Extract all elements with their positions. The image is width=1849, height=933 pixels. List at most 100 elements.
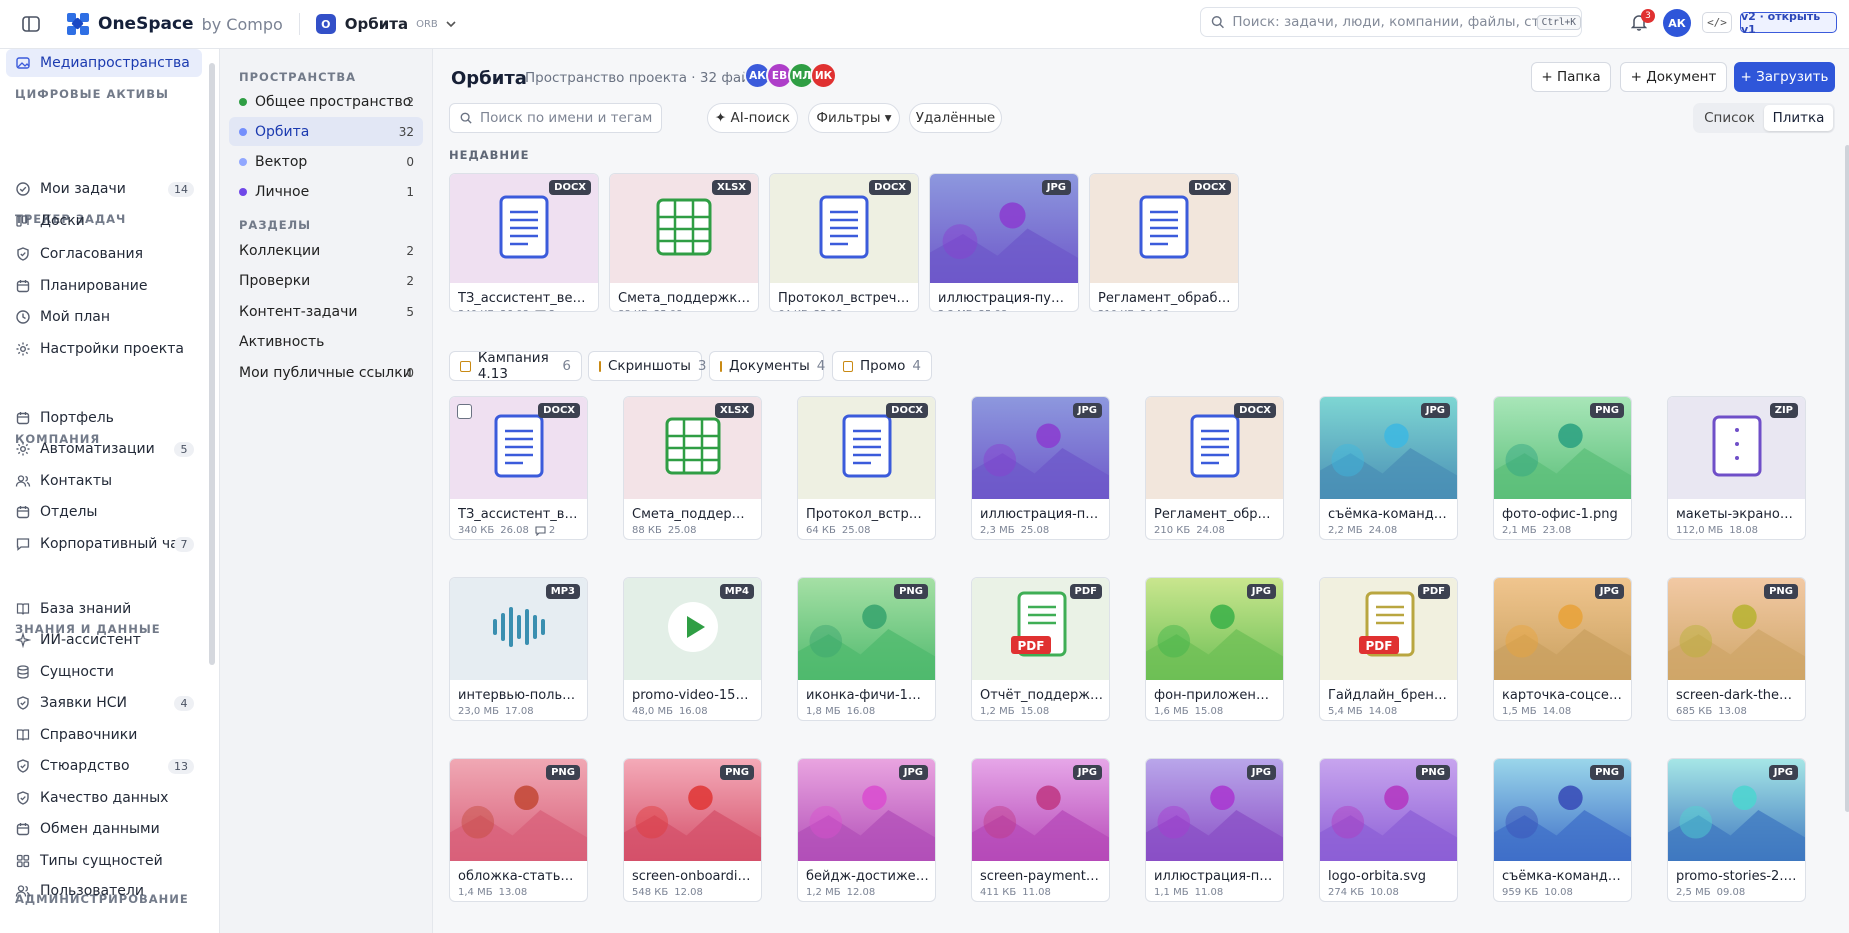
recent-card[interactable]: XLSX Смета_поддержки_2025.xlsx 88 КБ 25.08 xyxy=(609,173,759,312)
space-item[interactable]: Орбита 32 xyxy=(229,117,423,146)
file-card[interactable]: JPG бейдж-достижение-12.jpg 1,2 МБ 12.08 xyxy=(797,758,936,902)
file-card[interactable]: DOCX ТЗ_ассистент_вер2.docx 340 КБ 26.08 2 xyxy=(449,396,588,540)
user-avatar[interactable]: АК xyxy=(1663,9,1691,37)
upload-button[interactable]: + Загрузить xyxy=(1734,62,1835,92)
member-avatars[interactable]: АК ЕВ МЛ ИК xyxy=(744,62,837,89)
recent-card[interactable]: JPG иллюстрация-пуш-3.jpg 2,3 МБ 25.08 xyxy=(929,173,1079,312)
project-switcher[interactable]: О Орбита ORB xyxy=(315,14,456,34)
select-checkbox[interactable] xyxy=(457,404,472,419)
filters-chip[interactable]: Фильтры ▾ xyxy=(808,103,900,133)
file-card[interactable]: PDF PDF Отчёт_поддержка_июль.pdf 1,2 МБ 15.0… xyxy=(971,577,1110,721)
app-logo[interactable]: OneSpace by Compo xyxy=(67,13,283,35)
sidebar-item-item-2-3[interactable]: Отделы xyxy=(6,498,202,526)
file-card[interactable]: PNG screen-dark-theme-builder.png 685 КБ 13… xyxy=(1667,577,1806,721)
file-card[interactable]: PNG logo-orbita.svg 274 КБ 10.08 xyxy=(1319,758,1458,902)
global-search-input[interactable] xyxy=(1232,14,1537,30)
file-card[interactable]: JPG screen-payment-freeze.jpg 411 КБ 11.08 xyxy=(971,758,1110,902)
sidebar-item-item-2-1[interactable]: Автоматизации 5 xyxy=(6,435,202,463)
sidebar-item-item-1-0[interactable]: Мои задачи 14 xyxy=(6,175,202,203)
sidebar-item-item-4-0[interactable]: Пользователи xyxy=(6,877,202,905)
sidebar-item-item-3-5[interactable]: Стюардство 13 xyxy=(6,752,202,780)
file-date: 24.08 xyxy=(1140,309,1169,311)
section-item[interactable]: Проверки 2 xyxy=(229,267,423,296)
file-size: 340 КБ xyxy=(458,525,495,536)
sidebar-item-item-3-0[interactable]: База знаний xyxy=(6,595,202,623)
sidebar-item-item-3-8[interactable]: Типы сущностей xyxy=(6,847,202,875)
view-tiles-button[interactable]: Плитка xyxy=(1764,105,1833,131)
sidebar-item-item-1-3[interactable]: Планирование xyxy=(6,272,202,300)
recent-card[interactable]: DOCX Регламент_обработки.docx 210 КБ 24.08 xyxy=(1089,173,1239,312)
file-card[interactable]: JPG иллюстрация-пуш-3.jpg 2,3 МБ 25.08 xyxy=(971,396,1110,540)
file-search[interactable] xyxy=(449,103,662,133)
sidebar-item-label: ИИ-ассистент xyxy=(40,632,141,648)
file-card[interactable]: JPG promo-stories-2.jpg 2,5 МБ 09.08 xyxy=(1667,758,1806,902)
main-scrollbar[interactable] xyxy=(1845,145,1849,812)
folder-chip[interactable]: Документы 4 xyxy=(709,351,825,381)
space-item[interactable]: Вектор 0 xyxy=(229,147,423,176)
space-item[interactable]: Личное 1 xyxy=(229,177,423,206)
new-document-button[interactable]: + Документ xyxy=(1620,62,1727,92)
file-card[interactable]: JPG съёмка-команда-2.jpg 2,2 МБ 24.08 xyxy=(1319,396,1458,540)
sidebar-item-item-1-2[interactable]: Согласования xyxy=(6,240,202,268)
file-thumbnail: DOCX xyxy=(1090,174,1238,283)
file-card[interactable]: PNG обложка-статьи-13.png 1,4 МБ 13.08 xyxy=(449,758,588,902)
folder-chip[interactable]: Кампания 4.13 6 xyxy=(449,350,582,382)
file-date: 13.08 xyxy=(1718,706,1747,717)
sidebar-item-item-3-3[interactable]: Заявки НСИ 4 xyxy=(6,689,202,717)
sidebar-item-item-2-0[interactable]: Портфель xyxy=(6,404,202,432)
sidebar-item-item-3-7[interactable]: Обмен данными xyxy=(6,815,202,843)
file-type-badge: PDF xyxy=(1417,584,1450,599)
space-item[interactable]: Общее пространство 2 xyxy=(229,87,423,116)
sidebar-item-item-3-2[interactable]: Сущности xyxy=(6,658,202,686)
recent-card[interactable]: DOCX ТЗ_ассистент_вер2.docx 340 КБ 26.08 2 xyxy=(449,173,599,312)
project-code: ORB xyxy=(416,18,438,30)
sidebar-item-item-1-5[interactable]: Настройки проекта xyxy=(6,335,202,363)
folder-chip[interactable]: Промо 4 xyxy=(832,351,932,381)
sidebar-item-item-1-1[interactable]: Доски xyxy=(6,207,202,235)
deleted-chip[interactable]: Удалённые xyxy=(909,103,1002,133)
file-card[interactable]: PNG иконка-фичи-16.png 1,8 МБ 16.08 xyxy=(797,577,936,721)
file-card[interactable]: MP4 promo-video-15s.mp4 48,0 МБ 16.08 xyxy=(623,577,762,721)
sidebar-item-item-2-4[interactable]: Корпоративный чат 7 xyxy=(6,530,202,558)
file-card[interactable]: JPG иллюстрация-пуш-11.jpg 1,1 МБ 11.08 xyxy=(1145,758,1284,902)
file-card[interactable]: JPG фон-приложения-15.jpg 1,6 МБ 15.08 xyxy=(1145,577,1284,721)
file-search-input[interactable] xyxy=(480,110,655,126)
file-card[interactable]: PNG фото-офис-1.png 2,1 МБ 23.08 xyxy=(1493,396,1632,540)
code-button[interactable]: </> xyxy=(1702,12,1732,33)
section-item[interactable]: Коллекции 2 xyxy=(229,236,423,265)
folder-icon xyxy=(460,360,471,372)
recent-card[interactable]: DOCX Протокол_встречи_25.docx 64 КБ 25.08 xyxy=(769,173,919,312)
notifications-button[interactable]: 3 xyxy=(1630,9,1655,33)
sidebar-item-item-3-6[interactable]: Качество данных xyxy=(6,784,202,812)
file-card[interactable]: JPG карточка-соцсети-14.jpg 1,5 МБ 14.08 xyxy=(1493,577,1632,721)
section-item[interactable]: Мои публичные ссылки 0 xyxy=(229,358,423,387)
sidebar-item-item-3-1[interactable]: ИИ-ассистент xyxy=(6,626,202,654)
file-card[interactable]: DOCX Протокол_встречи_25.docx 64 КБ 25.08 xyxy=(797,396,936,540)
new-folder-button[interactable]: + Папка xyxy=(1531,62,1611,92)
sidebar-scrollbar[interactable] xyxy=(209,63,215,665)
file-card[interactable]: PNG съёмка-команда-10.png 959 КБ 10.08 xyxy=(1493,758,1632,902)
file-card[interactable]: PNG screen-onboarding-step.png 548 КБ 12.08 xyxy=(623,758,762,902)
ai-search-chip[interactable]: ✦ AI-поиск xyxy=(707,103,798,133)
view-list-button[interactable]: Список xyxy=(1695,105,1764,131)
file-card[interactable]: MP3 интервью-пользователя-4.mp3 23,0 МБ 17.… xyxy=(449,577,588,721)
file-size: 274 КБ xyxy=(1328,887,1365,898)
version-switch-button[interactable]: v2 · открыть v1 xyxy=(1740,10,1837,36)
folder-chip[interactable]: Скриншоты 3 xyxy=(588,351,706,381)
file-card[interactable]: PDF PDF Гайдлайн_бренда_Орбита.pdf 5,4 МБ 14… xyxy=(1319,577,1458,721)
sidebar-item-label: Сущности xyxy=(40,664,114,680)
file-type-badge: PNG xyxy=(720,765,754,780)
member-avatar[interactable]: ИК xyxy=(810,62,837,89)
global-search[interactable]: Ctrl+K xyxy=(1200,7,1582,37)
sidebar-toggle-icon[interactable] xyxy=(18,14,43,34)
section-item[interactable]: Контент-задачи 5 xyxy=(229,297,423,326)
sidebar-item-item-1-4[interactable]: Мой план xyxy=(6,303,202,331)
sidebar-item-item-2-2[interactable]: Контакты xyxy=(6,467,202,495)
file-size: 2,1 МБ xyxy=(1502,525,1537,536)
section-item[interactable]: Активность xyxy=(229,328,423,357)
sidebar-item-item-0-0[interactable]: Медиапространства xyxy=(6,49,202,77)
sidebar-item-item-3-4[interactable]: Справочники xyxy=(6,721,202,749)
file-card[interactable]: XLSX Смета_поддержки_2025.xlsx 88 КБ 25.08 xyxy=(623,396,762,540)
file-card[interactable]: ZIP макеты-экранов-4.13.zip 112,0 МБ 18.08 xyxy=(1667,396,1806,540)
file-card[interactable]: DOCX Регламент_обработки.docx 210 КБ 24.08 xyxy=(1145,396,1284,540)
